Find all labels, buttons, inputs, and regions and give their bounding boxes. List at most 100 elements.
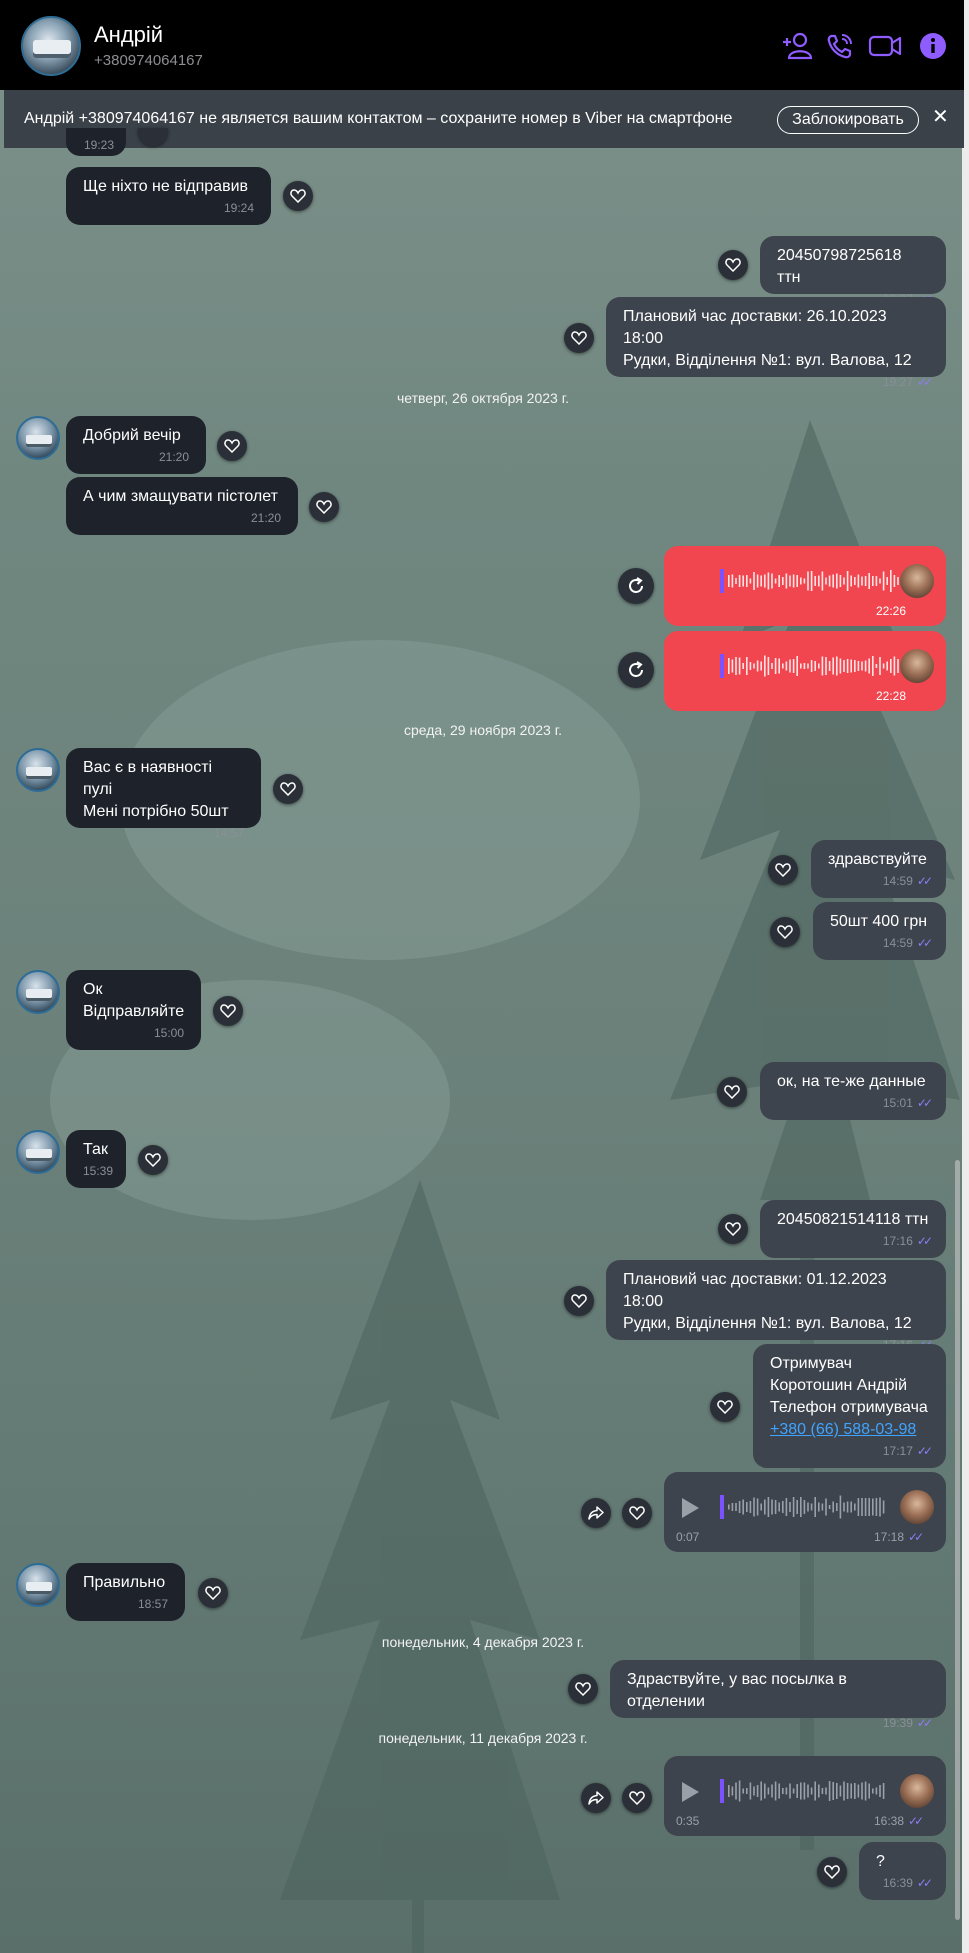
forward-icon[interactable] [581,1498,611,1528]
like-icon[interactable] [622,1783,652,1813]
read-checkmarks-icon: ✓✓ [916,936,933,950]
waveform-bar [792,1497,795,1517]
sender-avatar[interactable] [16,416,60,460]
like-icon[interactable] [198,1578,228,1608]
chat-header: Андрій +380974064167 [0,0,964,90]
like-icon[interactable] [710,1392,740,1422]
incoming-message[interactable]: Так 15:39 [66,1130,126,1188]
waveform-bar [789,1783,791,1799]
outgoing-message[interactable]: 20450821514118 ттн 17:16 ✓✓ [760,1200,946,1258]
message-time: 15:39 [83,1164,114,1178]
read-checkmarks-icon: ✓✓ [916,1234,933,1248]
incoming-message[interactable]: Правильно 18:57 [66,1563,185,1621]
outgoing-message[interactable]: Плановий час доставки: 26.10.2023 18:00 … [606,297,946,389]
outgoing-message[interactable]: здравствуйте 14:59 ✓✓ [811,840,946,898]
add-contact-icon[interactable] [780,30,814,62]
retry-icon[interactable] [618,568,654,604]
outgoing-message[interactable]: ? 16:39 ✓✓ [859,1842,946,1900]
like-icon[interactable] [717,1077,747,1107]
chat-scrollbar[interactable] [955,1160,960,1920]
voice-message[interactable]: 0:07 17:18 ✓✓ [664,1472,946,1552]
like-icon[interactable] [564,323,594,353]
contact-avatar[interactable] [21,16,81,76]
waveform-bar [774,1500,777,1514]
like-icon[interactable] [718,250,748,280]
like-icon[interactable] [718,1214,748,1244]
voice-message[interactable]: 0:35 16:38 ✓✓ [664,1756,946,1836]
like-icon[interactable] [622,1498,652,1528]
failed-voice-message[interactable]: 22:28 [664,631,946,711]
incoming-message[interactable]: А чим змащувати пістолет 21:20 [66,477,298,535]
like-icon[interactable] [213,996,243,1026]
incoming-message[interactable]: Вас є в наявності пулі Мені потрібно 50ш… [66,748,261,840]
waveform-bar [756,574,759,588]
waveform-bar [771,663,773,669]
play-icon[interactable] [682,1782,699,1802]
sender-avatar[interactable] [16,1563,60,1607]
waveform-bar [771,1499,773,1515]
waveform-bar [800,663,802,669]
message-text-line: Коротошин Андрій [770,1377,907,1394]
failed-voice-message[interactable]: 22:26 [664,546,946,626]
block-button[interactable]: Заблокировать [777,106,919,134]
incoming-message[interactable]: Добрий вечір 21:20 [66,416,206,474]
waveform-bar [749,578,752,584]
voice-waveform [720,654,899,678]
sender-avatar[interactable] [16,748,60,792]
outgoing-message[interactable]: ок, на те-же данные 15:01 ✓✓ [760,1062,946,1120]
like-icon[interactable] [273,774,303,804]
phone-link[interactable]: +380 (66) 588-03-98 [770,1421,916,1438]
message-time: 16:39 [882,1876,913,1890]
like-icon[interactable] [138,1145,168,1175]
like-icon[interactable] [770,917,800,947]
like-icon[interactable] [309,492,339,522]
incoming-message[interactable]: Ще ніхто не відправив 19:24 [66,167,271,225]
contact-name[interactable]: Андрій [94,22,163,48]
read-checkmarks-icon: ✓✓ [916,1716,933,1730]
waveform-bar [854,577,856,585]
like-icon[interactable] [217,431,247,461]
waveform-bar [818,575,820,587]
message-text-line: Рудки, Відділення №1: вул. Валова, 12 [623,1315,912,1332]
waveform-bar [807,1784,809,1798]
sender-avatar[interactable] [16,1130,60,1174]
waveform-bar [857,1498,860,1516]
message-text: Здраствуйте, у вас посылка в отделении [627,1671,847,1710]
read-checkmarks-icon: ✓✓ [916,1444,933,1458]
like-icon[interactable] [283,181,313,211]
video-call-icon[interactable] [868,30,902,62]
like-icon[interactable] [564,1286,594,1316]
waveform-bar [749,662,752,670]
waveform-bar [875,576,878,586]
waveform-bar [756,660,759,672]
outgoing-message[interactable]: Здраствуйте, у вас посылка в отделении 1… [610,1660,946,1730]
waveform-bar [839,575,842,587]
waveform-bar [807,571,809,591]
retry-icon[interactable] [618,652,654,688]
waveform-bar [872,656,874,676]
forward-icon[interactable] [581,1783,611,1813]
waveform-bar [843,1781,845,1801]
like-icon[interactable] [817,1857,847,1887]
outgoing-message[interactable]: 20450798725618 ттн 19:27✓✓ [760,236,946,306]
waveform-bar [796,1784,798,1798]
like-icon[interactable] [568,1674,598,1704]
outgoing-message[interactable]: 50шт 400 грн 14:59 ✓✓ [813,902,946,960]
close-notice-icon[interactable]: ✕ [932,104,949,129]
outgoing-message[interactable]: Плановий час доставки: 01.12.2023 18:00 … [606,1260,946,1352]
incoming-message[interactable]: Ок Відправляйте 15:00 [66,970,201,1050]
voice-call-icon[interactable] [824,30,858,62]
info-icon[interactable] [916,30,950,62]
waveform-bar [789,1502,791,1512]
like-icon[interactable] [768,855,798,885]
outgoing-message[interactable]: Отримувач Коротошин Андрій Телефон отрим… [753,1344,946,1468]
waveform-bar [753,1497,755,1517]
waveform-bar [796,1500,798,1514]
message-partial[interactable]: 19:23 [66,128,126,156]
waveform-bar [832,574,834,588]
waveform-bar [782,577,784,585]
waveform-bar [854,660,856,672]
sender-avatar[interactable] [16,970,60,1014]
play-icon[interactable] [682,1498,699,1518]
message-text: Правильно [83,1574,166,1591]
